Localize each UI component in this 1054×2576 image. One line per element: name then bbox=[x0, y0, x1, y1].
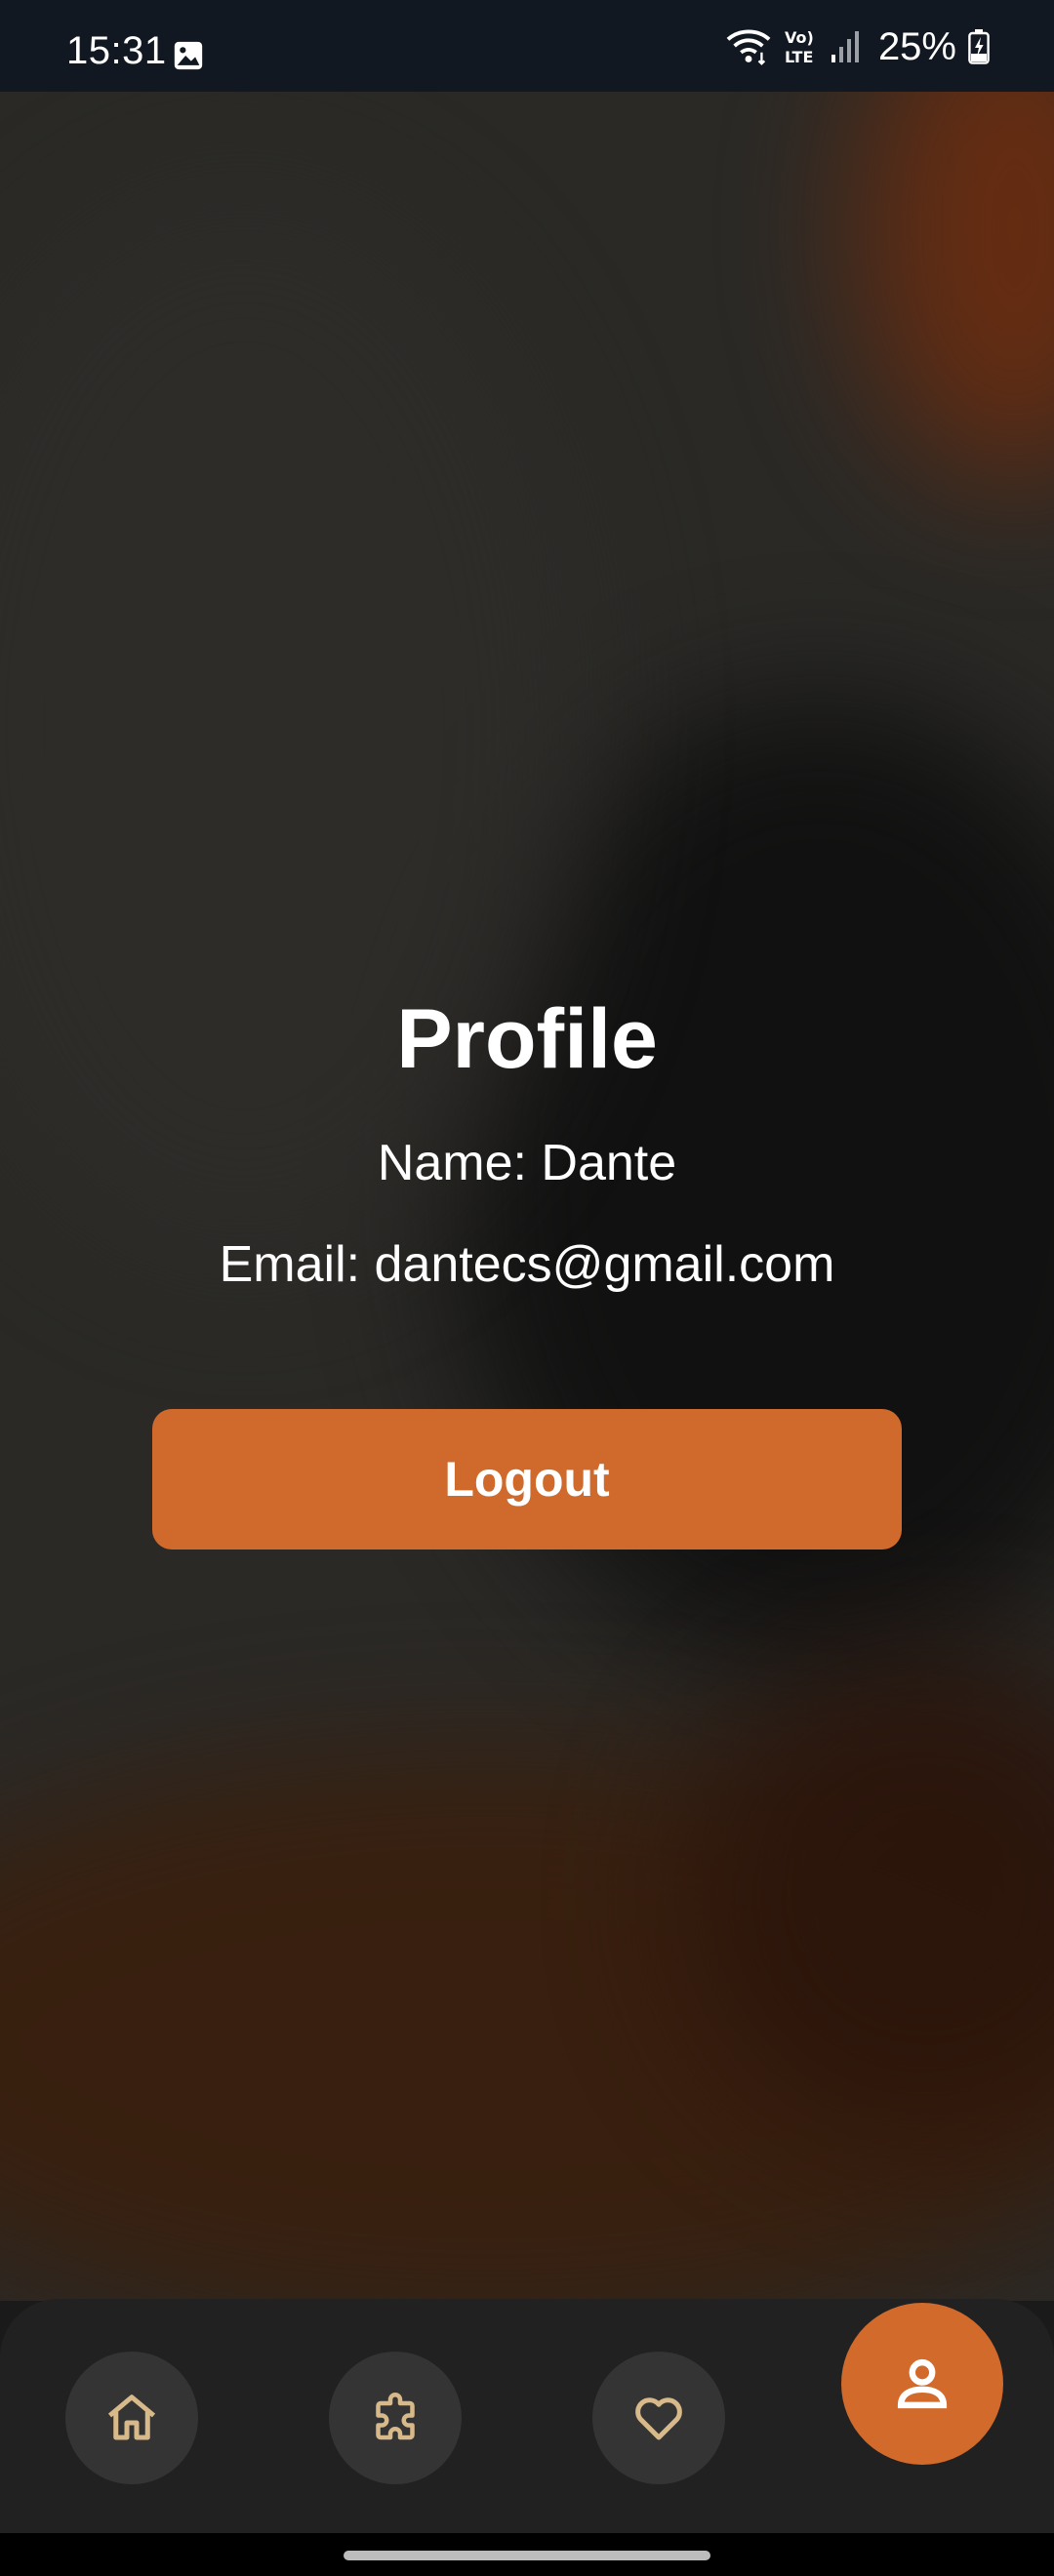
heart-icon bbox=[635, 2397, 682, 2440]
profile-email: Email: dantecs@gmail.com bbox=[219, 1236, 835, 1293]
person-icon bbox=[897, 2358, 948, 2409]
battery-charging-icon bbox=[968, 29, 990, 64]
home-gesture-bar[interactable] bbox=[344, 2551, 710, 2560]
volte-icon: Vo) LTE bbox=[785, 28, 814, 66]
profile-screen: 15:31 Vo) LTE 25% Profile Name: Dante Em… bbox=[0, 0, 1054, 2576]
battery-percentage: 25% bbox=[877, 24, 956, 68]
system-gesture-area bbox=[0, 2533, 1054, 2576]
nav-home-button[interactable] bbox=[65, 2352, 198, 2484]
signal-icon bbox=[831, 31, 859, 62]
wifi-icon bbox=[726, 29, 771, 65]
gallery-icon bbox=[174, 41, 203, 70]
status-time: 15:31 bbox=[66, 29, 167, 72]
profile-section: Profile Name: Dante Email: dantecs@gmail… bbox=[0, 986, 1054, 1296]
logout-button[interactable]: Logout bbox=[152, 1409, 902, 1550]
svg-text:Vo): Vo) bbox=[785, 28, 814, 47]
page-title: Profile bbox=[396, 992, 658, 1086]
puzzle-icon bbox=[376, 2393, 415, 2440]
nav-profile-button[interactable] bbox=[841, 2303, 1003, 2465]
status-bar: 15:31 Vo) LTE 25% bbox=[0, 0, 1054, 92]
home-icon bbox=[107, 2395, 156, 2440]
profile-name: Name: Dante bbox=[377, 1135, 677, 1191]
nav-favorites-button[interactable] bbox=[592, 2352, 725, 2484]
nav-puzzle-button[interactable] bbox=[329, 2352, 462, 2484]
status-icons: Vo) LTE 25% bbox=[726, 25, 990, 68]
svg-text:LTE: LTE bbox=[785, 48, 813, 66]
